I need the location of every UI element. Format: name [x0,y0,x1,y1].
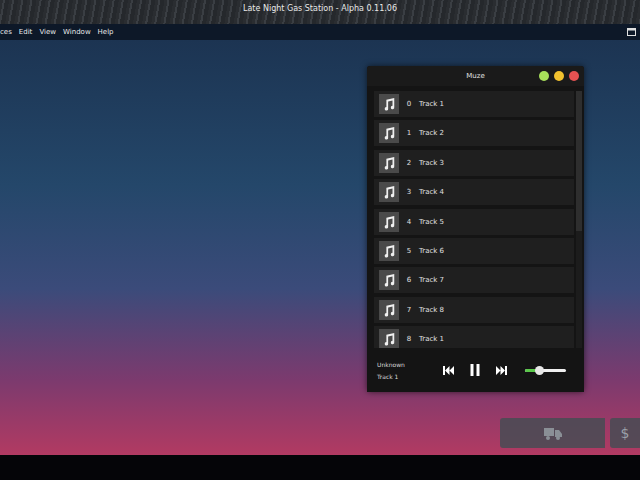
minimize-button[interactable] [554,71,564,81]
track-name: Track 7 [419,276,444,284]
menu-item[interactable]: Edit [19,28,33,36]
now-playing-track: Track 1 [377,373,437,380]
track-row[interactable]: 2 Track 3 [374,150,574,176]
scrollbar[interactable] [576,91,582,348]
now-playing-artist: Unknown [377,361,437,368]
menu-item[interactable]: ces [0,28,12,36]
music-note-icon [379,241,399,261]
track-index: 3 [405,188,413,196]
window-title: Late Night Gas Station - Alpha 0.11.06 [243,4,397,13]
scene-background: Muze 0 Track 1 1 Track 2 2 Track 3 3 Tra… [0,40,640,455]
track-row[interactable]: 5 Track 6 [374,238,574,264]
music-player-window[interactable]: Muze 0 Track 1 1 Track 2 2 Track 3 3 Tra… [367,66,584,392]
track-row[interactable]: 1 Track 2 [374,120,574,146]
title-bar: Late Night Gas Station - Alpha 0.11.06 [0,0,640,24]
track-index: 6 [405,276,413,284]
track-name: Track 2 [419,129,444,137]
next-icon[interactable] [496,366,507,375]
delivery-button[interactable] [500,418,605,448]
game-screen: Late Night Gas Station - Alpha 0.11.06 c… [0,0,640,480]
track-row[interactable]: 3 Track 4 [374,179,574,205]
track-row[interactable]: 6 Track 7 [374,267,574,293]
track-list: 0 Track 1 1 Track 2 2 Track 3 3 Track 4 … [374,91,574,348]
track-row[interactable]: 4 Track 5 [374,209,574,235]
music-note-icon [379,94,399,114]
volume-slider[interactable] [525,369,566,372]
bottom-strip [0,455,640,480]
track-row[interactable]: 8 Track 1 [374,326,574,348]
track-index: 2 [405,159,413,167]
menu-bar: ces Edit View Window Help [0,24,640,40]
track-index: 7 [405,306,413,314]
track-row[interactable]: 7 Track 8 [374,297,574,323]
track-name: Track 1 [419,100,444,108]
player-title: Muze [466,72,484,80]
music-note-icon [379,300,399,320]
menu-item[interactable]: Help [98,28,114,36]
truck-icon [544,427,562,440]
volume-thumb[interactable] [535,366,544,375]
money-button[interactable]: $ [610,418,640,448]
menu-item[interactable]: View [39,28,56,36]
scrollbar-thumb[interactable] [576,91,582,231]
player-controls: Unknown Track 1 [367,348,584,392]
close-button[interactable] [569,71,579,81]
music-note-icon [379,153,399,173]
music-note-icon [379,182,399,202]
hud-buttons: $ [500,418,640,448]
track-index: 0 [405,100,413,108]
track-name: Track 8 [419,306,444,314]
window-icon[interactable] [627,28,636,36]
music-note-icon [379,329,399,348]
music-note-icon [379,212,399,232]
maximize-button[interactable] [539,71,549,81]
track-index: 4 [405,218,413,226]
track-name: Track 5 [419,218,444,226]
player-title-bar[interactable]: Muze [367,66,584,86]
music-note-icon [379,123,399,143]
track-index: 5 [405,247,413,255]
track-row[interactable]: 0 Track 1 [374,91,574,117]
music-note-icon [379,270,399,290]
pause-icon[interactable] [470,364,480,376]
menu-item[interactable]: Window [63,28,91,36]
track-name: Track 6 [419,247,444,255]
track-name: Track 3 [419,159,444,167]
previous-icon[interactable] [443,366,454,375]
track-name: Track 4 [419,188,444,196]
track-index: 8 [405,335,413,343]
track-index: 1 [405,129,413,137]
track-name: Track 1 [419,335,444,343]
